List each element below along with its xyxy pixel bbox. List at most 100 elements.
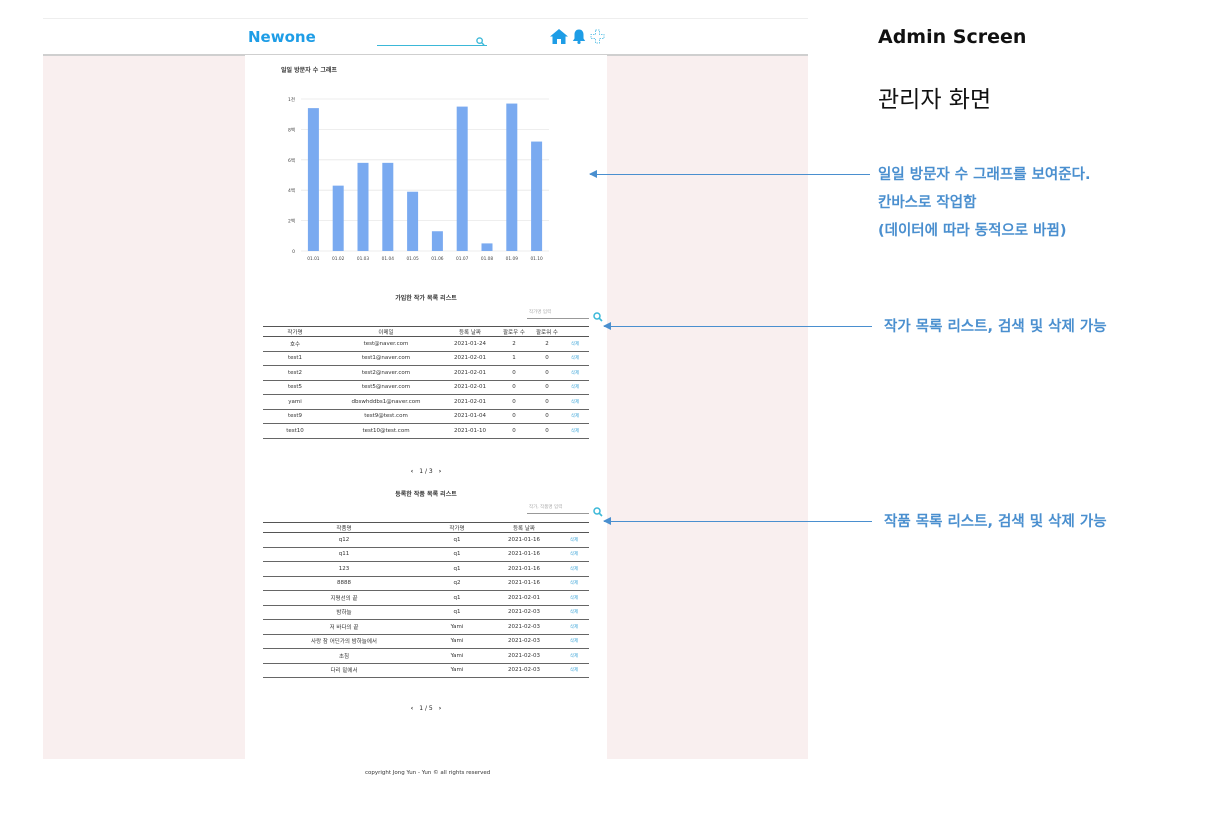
table-row: 123 q1 2021-01-16 삭제 <box>263 561 589 577</box>
y-tick-label: 8백 <box>288 126 295 133</box>
search-icon[interactable] <box>593 307 603 326</box>
delete-button[interactable]: 삭제 <box>559 547 589 562</box>
table-cell: Yami <box>425 619 489 635</box>
work-search-input[interactable]: 작가, 작품명 입력 <box>527 503 603 517</box>
writer-search-input[interactable]: 작가명 입력 <box>527 308 603 322</box>
table-cell: 2021-02-01 <box>445 380 495 395</box>
table-cell: 2021-01-04 <box>445 409 495 424</box>
table-row: q12 q1 2021-01-16 삭제 <box>263 532 589 548</box>
table-cell: test10 <box>263 423 327 439</box>
table-cell: 지평선의 끝 <box>263 590 425 606</box>
works-column-header: 작품명 <box>263 522 425 533</box>
delete-button[interactable]: 삭제 <box>561 409 589 424</box>
delete-button[interactable]: 삭제 <box>559 605 589 620</box>
works-column-header <box>559 522 589 533</box>
delete-button[interactable]: 삭제 <box>559 648 589 664</box>
writers-section-title: 가입한 작가 목록 리스트 <box>395 295 457 302</box>
works-table: 작품명 작가명 등록 날짜 q12 q1 2021-01-16 삭제 q11 q1 2021-0… <box>263 522 589 678</box>
table-cell: Yami <box>425 663 489 678</box>
x-tick-label: 01.06 <box>431 256 444 262</box>
table-row: 저 바다의 끝 Yami 2021-02-03 삭제 <box>263 619 589 635</box>
table-cell: 0 <box>533 380 561 395</box>
table-cell: 0 <box>495 365 533 381</box>
annotation-chart-line: 칸바스로 작업함 <box>878 195 977 211</box>
chart-bar <box>481 243 493 251</box>
delete-button[interactable]: 삭제 <box>559 532 589 548</box>
table-cell: 다리 밑에서 <box>263 663 425 678</box>
table-cell: 2021-02-01 <box>445 365 495 381</box>
header-search-input[interactable] <box>377 29 487 46</box>
annotation-chart-line: 일일 방문자 수 그래프를 보여준다. <box>878 167 1091 183</box>
x-tick-label: 01.07 <box>456 256 469 262</box>
delete-button[interactable]: 삭제 <box>559 619 589 635</box>
next-page-icon[interactable]: › <box>439 468 441 475</box>
table-row: 호수 test@naver.com 2021-01-24 2 2 삭제 <box>263 336 589 352</box>
works-column-header: 작가명 <box>425 522 489 533</box>
delete-button[interactable]: 삭제 <box>561 423 589 439</box>
delete-button[interactable]: 삭제 <box>561 380 589 395</box>
delete-button[interactable]: 삭제 <box>561 336 589 352</box>
y-tick-label: 2백 <box>288 218 295 225</box>
annotation-arrow-works <box>603 517 872 525</box>
table-cell: dbswhddbs1@naver.com <box>327 394 445 410</box>
table-cell: 0 <box>533 423 561 439</box>
table-cell: 123 <box>263 561 425 577</box>
search-icon[interactable] <box>476 31 485 50</box>
bell-icon[interactable] <box>572 29 586 48</box>
delete-button[interactable]: 삭제 <box>559 663 589 678</box>
chart-bar <box>332 185 344 251</box>
prev-page-icon[interactable]: ‹ <box>411 705 413 712</box>
delete-button[interactable]: 삭제 <box>559 561 589 577</box>
next-page-icon[interactable]: › <box>439 705 441 712</box>
delete-button[interactable]: 삭제 <box>559 634 589 649</box>
admin-cross-icon[interactable] <box>590 29 605 48</box>
table-cell: yami <box>263 394 327 410</box>
search-icon[interactable] <box>593 502 603 521</box>
logo[interactable]: Newone <box>248 28 316 46</box>
table-cell: test@naver.com <box>327 336 445 352</box>
writers-column-header: 등록 날짜 <box>445 326 495 337</box>
table-cell: 2021-01-24 <box>445 336 495 352</box>
table-cell: 2021-02-01 <box>445 351 495 366</box>
writers-table: 작가명 이메일 등록 날짜 팔로우 수 팔로워 수 호수 test@naver.com 20… <box>263 326 589 439</box>
writers-column-header: 팔로워 수 <box>533 326 561 337</box>
writers-column-header: 이메일 <box>327 326 445 337</box>
table-cell: Yami <box>425 648 489 664</box>
home-icon[interactable] <box>550 29 568 48</box>
works-page-indicator: 1 / 5 <box>419 705 433 712</box>
chart-bar <box>382 162 394 251</box>
table-cell: 2021-01-16 <box>489 561 559 577</box>
table-cell: test1 <box>263 351 327 366</box>
annotation-chart: 일일 방문자 수 그래프를 보여준다. 칸바스로 작업함 (데이터에 따라 동적… <box>878 161 1090 245</box>
table-cell: 0 <box>495 409 533 424</box>
chart-bar <box>431 231 443 251</box>
table-cell: 2021-02-03 <box>489 605 559 620</box>
prev-page-icon[interactable]: ‹ <box>411 468 413 475</box>
delete-button[interactable]: 삭제 <box>561 394 589 410</box>
table-cell: test9 <box>263 409 327 424</box>
delete-button[interactable]: 삭제 <box>561 351 589 366</box>
writers-page-indicator: 1 / 3 <box>419 468 433 475</box>
table-row: test10 test10@test.com 2021-01-10 0 0 삭제 <box>263 423 589 439</box>
table-cell: 2021-02-03 <box>489 663 559 678</box>
x-tick-label: 01.09 <box>506 256 519 262</box>
delete-button[interactable]: 삭제 <box>561 365 589 381</box>
delete-button[interactable]: 삭제 <box>559 576 589 591</box>
delete-button[interactable]: 삭제 <box>559 590 589 606</box>
table-row: test1 test1@naver.com 2021-02-01 1 0 삭제 <box>263 351 589 366</box>
table-cell: 저 바다의 끝 <box>263 619 425 635</box>
table-row: test9 test9@test.com 2021-01-04 0 0 삭제 <box>263 409 589 424</box>
writers-column-header <box>561 326 589 337</box>
y-tick-label: 4백 <box>288 187 295 194</box>
table-cell: q12 <box>263 532 425 548</box>
annotation-works: 작품 목록 리스트, 검색 및 삭제 가능 <box>884 514 1107 530</box>
table-cell: 0 <box>533 365 561 381</box>
table-cell: 초침 <box>263 648 425 664</box>
works-column-header: 등록 날짜 <box>489 522 559 533</box>
table-cell: 2021-02-03 <box>489 634 559 649</box>
table-cell: q2 <box>425 576 489 591</box>
table-cell: q1 <box>425 590 489 606</box>
footer-copyright: copyright Jong Yun - Yun © all rights re… <box>365 770 491 776</box>
table-cell: test5@naver.com <box>327 380 445 395</box>
table-cell: 2021-01-16 <box>489 532 559 548</box>
